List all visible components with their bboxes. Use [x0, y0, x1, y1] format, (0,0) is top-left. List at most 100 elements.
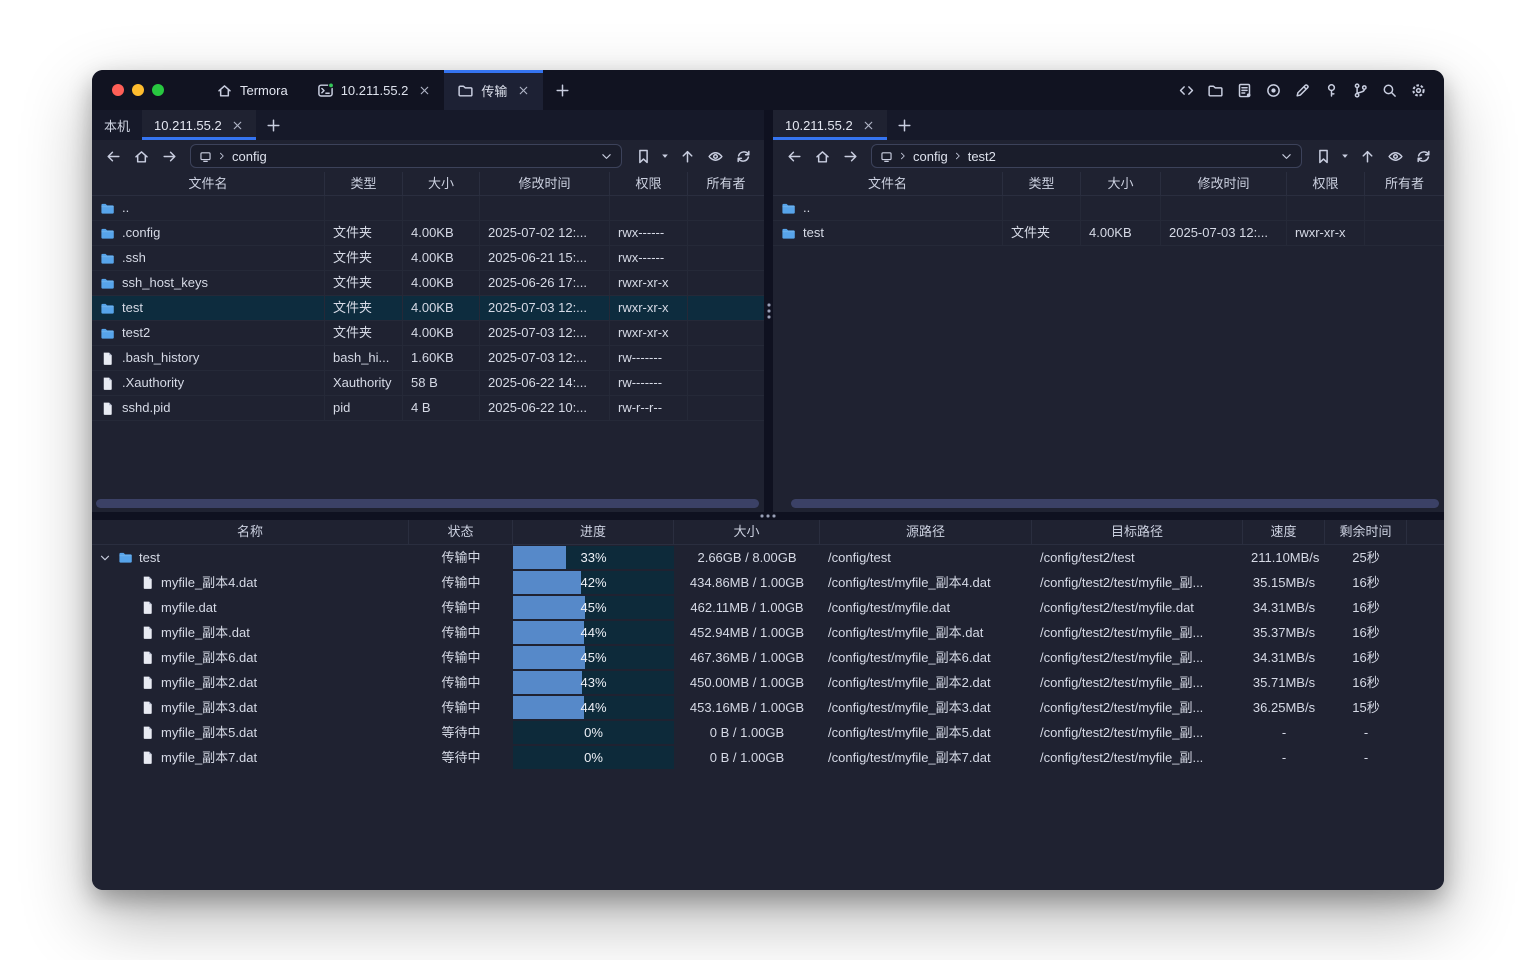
add-pane-tab-button[interactable] [256, 110, 292, 140]
settings-button[interactable] [1408, 78, 1428, 102]
record-button[interactable] [1263, 78, 1283, 102]
tab-host-session[interactable]: 10.211.55.2 [304, 70, 445, 110]
column-header-source-path[interactable]: 源路径 [820, 520, 1032, 544]
column-header-size[interactable]: 大小 [1081, 172, 1161, 195]
breadcrumb-segment[interactable]: test2 [968, 149, 996, 164]
column-header-mtime[interactable]: 修改时间 [480, 172, 610, 195]
up-directory-button[interactable] [674, 144, 700, 168]
file-mtime-cell: 2025-07-03 12:... [480, 346, 610, 370]
refresh-button[interactable] [1410, 144, 1436, 168]
back-button[interactable] [100, 144, 126, 168]
new-tab-button[interactable] [543, 70, 581, 110]
file-row-.Xauthority[interactable]: .XauthorityXauthority58 B2025-06-22 14:.… [92, 371, 764, 396]
close-icon[interactable] [418, 84, 431, 97]
transfer-row-myfile.dat[interactable]: myfile.dat传输中45%462.11MB / 1.00GB/config… [92, 595, 1444, 620]
show-hidden-button[interactable] [702, 144, 728, 168]
file-row-test2[interactable]: test2文件夹4.00KB2025-07-03 12:...rwxr-xr-x [92, 321, 764, 346]
sftp-button[interactable] [1205, 78, 1225, 102]
code-button[interactable] [1176, 78, 1196, 102]
right-path-breadcrumb[interactable]: config test2 [871, 144, 1302, 168]
edit-button[interactable] [1292, 78, 1312, 102]
search-button[interactable] [1379, 78, 1399, 102]
home-button[interactable] [809, 144, 835, 168]
tab-remote-host[interactable]: 10.211.55.2 [773, 110, 887, 140]
transfer-status: 传输中 [409, 695, 513, 720]
forward-button[interactable] [837, 144, 863, 168]
transfer-row-myfile_副本7.dat[interactable]: myfile_副本7.dat等待中0%0 B / 1.00GB/config/t… [92, 745, 1444, 770]
show-hidden-button[interactable] [1382, 144, 1408, 168]
bookmark-dropdown-button[interactable] [1338, 144, 1352, 168]
minimize-window-button[interactable] [132, 84, 144, 96]
column-header-progress[interactable]: 进度 [513, 520, 674, 544]
transfer-row-myfile_副本2.dat[interactable]: myfile_副本2.dat传输中43%450.00MB / 1.00GB/co… [92, 670, 1444, 695]
column-header-speed[interactable]: 速度 [1243, 520, 1325, 544]
transfer-row-myfile_副本6.dat[interactable]: myfile_副本6.dat传输中45%467.36MB / 1.00GB/co… [92, 645, 1444, 670]
column-header-eta[interactable]: 剩余时间 [1325, 520, 1407, 544]
forward-button[interactable] [156, 144, 182, 168]
transfer-row-myfile_副本4.dat[interactable]: myfile_副本4.dat传输中42%434.86MB / 1.00GB/co… [92, 570, 1444, 595]
transfer-row-myfile_副本.dat[interactable]: myfile_副本.dat传输中44%452.94MB / 1.00GB/con… [92, 620, 1444, 645]
left-path-breadcrumb[interactable]: config [190, 144, 622, 168]
file-name: .ssh [122, 246, 146, 270]
close-window-button[interactable] [112, 84, 124, 96]
close-icon[interactable] [231, 119, 244, 132]
column-header-perm[interactable]: 权限 [1287, 172, 1365, 195]
refresh-button[interactable] [730, 144, 756, 168]
transfer-splitter[interactable] [92, 512, 1444, 520]
file-row-..[interactable]: .. [773, 196, 1444, 221]
column-header-type[interactable]: 类型 [1003, 172, 1081, 195]
branch-button[interactable] [1350, 78, 1370, 102]
close-icon[interactable] [517, 84, 530, 97]
breadcrumb-segment[interactable]: config [913, 149, 948, 164]
back-button[interactable] [781, 144, 807, 168]
transfer-row-myfile_副本3.dat[interactable]: myfile_副本3.dat传输中44%453.16MB / 1.00GB/co… [92, 695, 1444, 720]
expand-chevron-icon[interactable] [98, 551, 112, 565]
horizontal-scrollbar[interactable] [791, 499, 1439, 508]
tab-local-machine[interactable]: 本机 [92, 110, 142, 140]
horizontal-scrollbar[interactable] [96, 499, 759, 508]
file-row-test[interactable]: test文件夹4.00KB2025-07-03 12:...rwxr-xr-x [773, 221, 1444, 246]
column-header-owner[interactable]: 所有者 [1365, 172, 1444, 195]
refresh-icon [735, 148, 752, 165]
breadcrumb-segment[interactable]: config [232, 149, 267, 164]
file-row-ssh_host_keys[interactable]: ssh_host_keys文件夹4.00KB2025-06-26 17:...r… [92, 271, 764, 296]
transfer-row-test[interactable]: test传输中33%2.66GB / 8.00GB/config/test/co… [92, 545, 1444, 570]
file-row-..[interactable]: .. [92, 196, 764, 221]
bookmark-dropdown-button[interactable] [658, 144, 672, 168]
column-header-target-path[interactable]: 目标路径 [1032, 520, 1243, 544]
pane-splitter[interactable] [764, 110, 773, 512]
column-header-owner[interactable]: 所有者 [688, 172, 764, 195]
tab-remote-host[interactable]: 10.211.55.2 [142, 110, 256, 140]
file-row-.ssh[interactable]: .ssh文件夹4.00KB2025-06-21 15:...rwx------ [92, 246, 764, 271]
up-directory-button[interactable] [1354, 144, 1380, 168]
tab-transfer[interactable]: 传输 [444, 70, 543, 110]
zoom-window-button[interactable] [152, 84, 164, 96]
log-button[interactable] [1234, 78, 1254, 102]
app-home-tab[interactable]: Termora [200, 70, 304, 110]
transfer-progressbar: 44% [513, 621, 674, 644]
file-row-test[interactable]: test文件夹4.00KB2025-07-03 12:...rwxr-xr-x [92, 296, 764, 321]
bookmark-button[interactable] [630, 144, 656, 168]
add-pane-tab-button[interactable] [887, 110, 923, 140]
column-header-size[interactable]: 大小 [403, 172, 480, 195]
file-perm-cell: rw------- [610, 346, 688, 370]
column-header-filename[interactable]: 文件名 [773, 172, 1003, 195]
file-row-sshd.pid[interactable]: sshd.pidpid4 B2025-06-22 10:...rw-r--r-- [92, 396, 764, 421]
column-header-perm[interactable]: 权限 [610, 172, 688, 195]
file-row-.config[interactable]: .config文件夹4.00KB2025-07-02 12:...rwx----… [92, 221, 764, 246]
bookmark-button[interactable] [1310, 144, 1336, 168]
column-header-type[interactable]: 类型 [325, 172, 403, 195]
column-header-filename[interactable]: 文件名 [92, 172, 325, 195]
transfer-source-path: /config/test [820, 545, 1032, 570]
chevron-down-icon[interactable] [600, 150, 613, 163]
home-button[interactable] [128, 144, 154, 168]
column-header-status[interactable]: 状态 [409, 520, 513, 544]
transfer-row-myfile_副本5.dat[interactable]: myfile_副本5.dat等待中0%0 B / 1.00GB/config/t… [92, 720, 1444, 745]
column-header-name[interactable]: 名称 [92, 520, 409, 544]
close-icon[interactable] [862, 119, 875, 132]
column-header-mtime[interactable]: 修改时间 [1161, 172, 1287, 195]
column-header-size[interactable]: 大小 [674, 520, 820, 544]
file-row-.bash_history[interactable]: .bash_historybash_hi...1.60KB2025-07-03 … [92, 346, 764, 371]
keys-button[interactable] [1321, 78, 1341, 102]
chevron-down-icon[interactable] [1280, 150, 1293, 163]
